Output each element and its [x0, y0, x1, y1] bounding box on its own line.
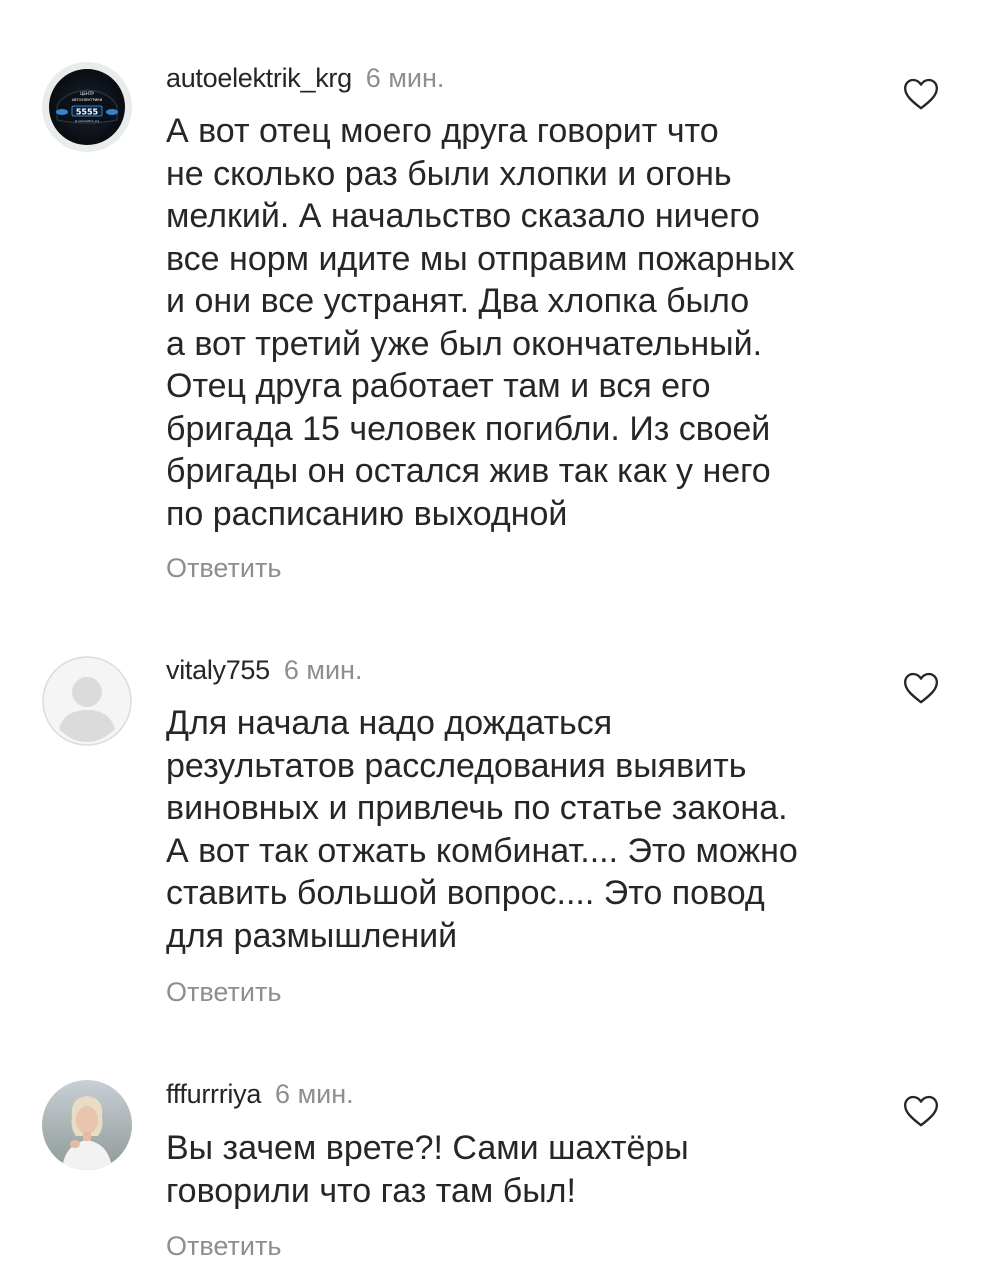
avatar-logo-handle: @ autoelektrik_krg — [75, 119, 100, 123]
avatar-logo-line1: ЦЕНТР — [80, 91, 94, 96]
comment-meta: fffurrriya 6 мин. — [166, 1078, 354, 1110]
username[interactable]: vitaly755 — [166, 655, 270, 685]
brand-logo-avatar-image: ЦЕНТР АВТОЭЛЕКТРИКИ 5555 @ autoelektrik_… — [42, 62, 132, 152]
reply-button[interactable]: Ответить — [166, 552, 281, 584]
comment-meta: vitaly755 6 мин. — [166, 654, 362, 686]
username[interactable]: fffurrriya — [166, 1079, 261, 1109]
comment-text: А вот отец моего друга говорит что не ск… — [166, 112, 795, 533]
like-button[interactable] — [900, 668, 942, 708]
avatar[interactable] — [42, 1080, 132, 1170]
timestamp: 6 мин. — [365, 63, 445, 93]
heart-outline-icon — [904, 78, 938, 110]
like-button[interactable] — [900, 1091, 942, 1131]
reply-button[interactable]: Ответить — [166, 1230, 281, 1262]
avatar-logo-line2: АВТОЭЛЕКТРИКИ — [72, 98, 103, 102]
timestamp: 6 мин. — [283, 655, 363, 685]
comment-meta: autoelektrik_krg 6 мин. — [166, 62, 444, 94]
reply-button[interactable]: Ответить — [166, 976, 281, 1008]
comment-text: Вы зачем врете?! Сами шахтёры говорили ч… — [166, 1129, 689, 1210]
user-photo-avatar-image — [42, 1080, 132, 1170]
avatar[interactable] — [42, 656, 132, 746]
username[interactable]: autoelektrik_krg — [166, 63, 352, 93]
avatar-logo-number: 5555 — [76, 107, 99, 116]
like-button[interactable] — [900, 74, 942, 114]
heart-outline-icon — [904, 672, 938, 704]
heart-outline-icon — [904, 1095, 938, 1127]
avatar[interactable]: ЦЕНТР АВТОЭЛЕКТРИКИ 5555 @ autoelektrik_… — [42, 62, 132, 152]
comment-text: Для начала надо дождаться результатов ра… — [166, 704, 798, 955]
timestamp: 6 мин. — [275, 1079, 354, 1109]
default-user-avatar-icon — [42, 656, 132, 746]
